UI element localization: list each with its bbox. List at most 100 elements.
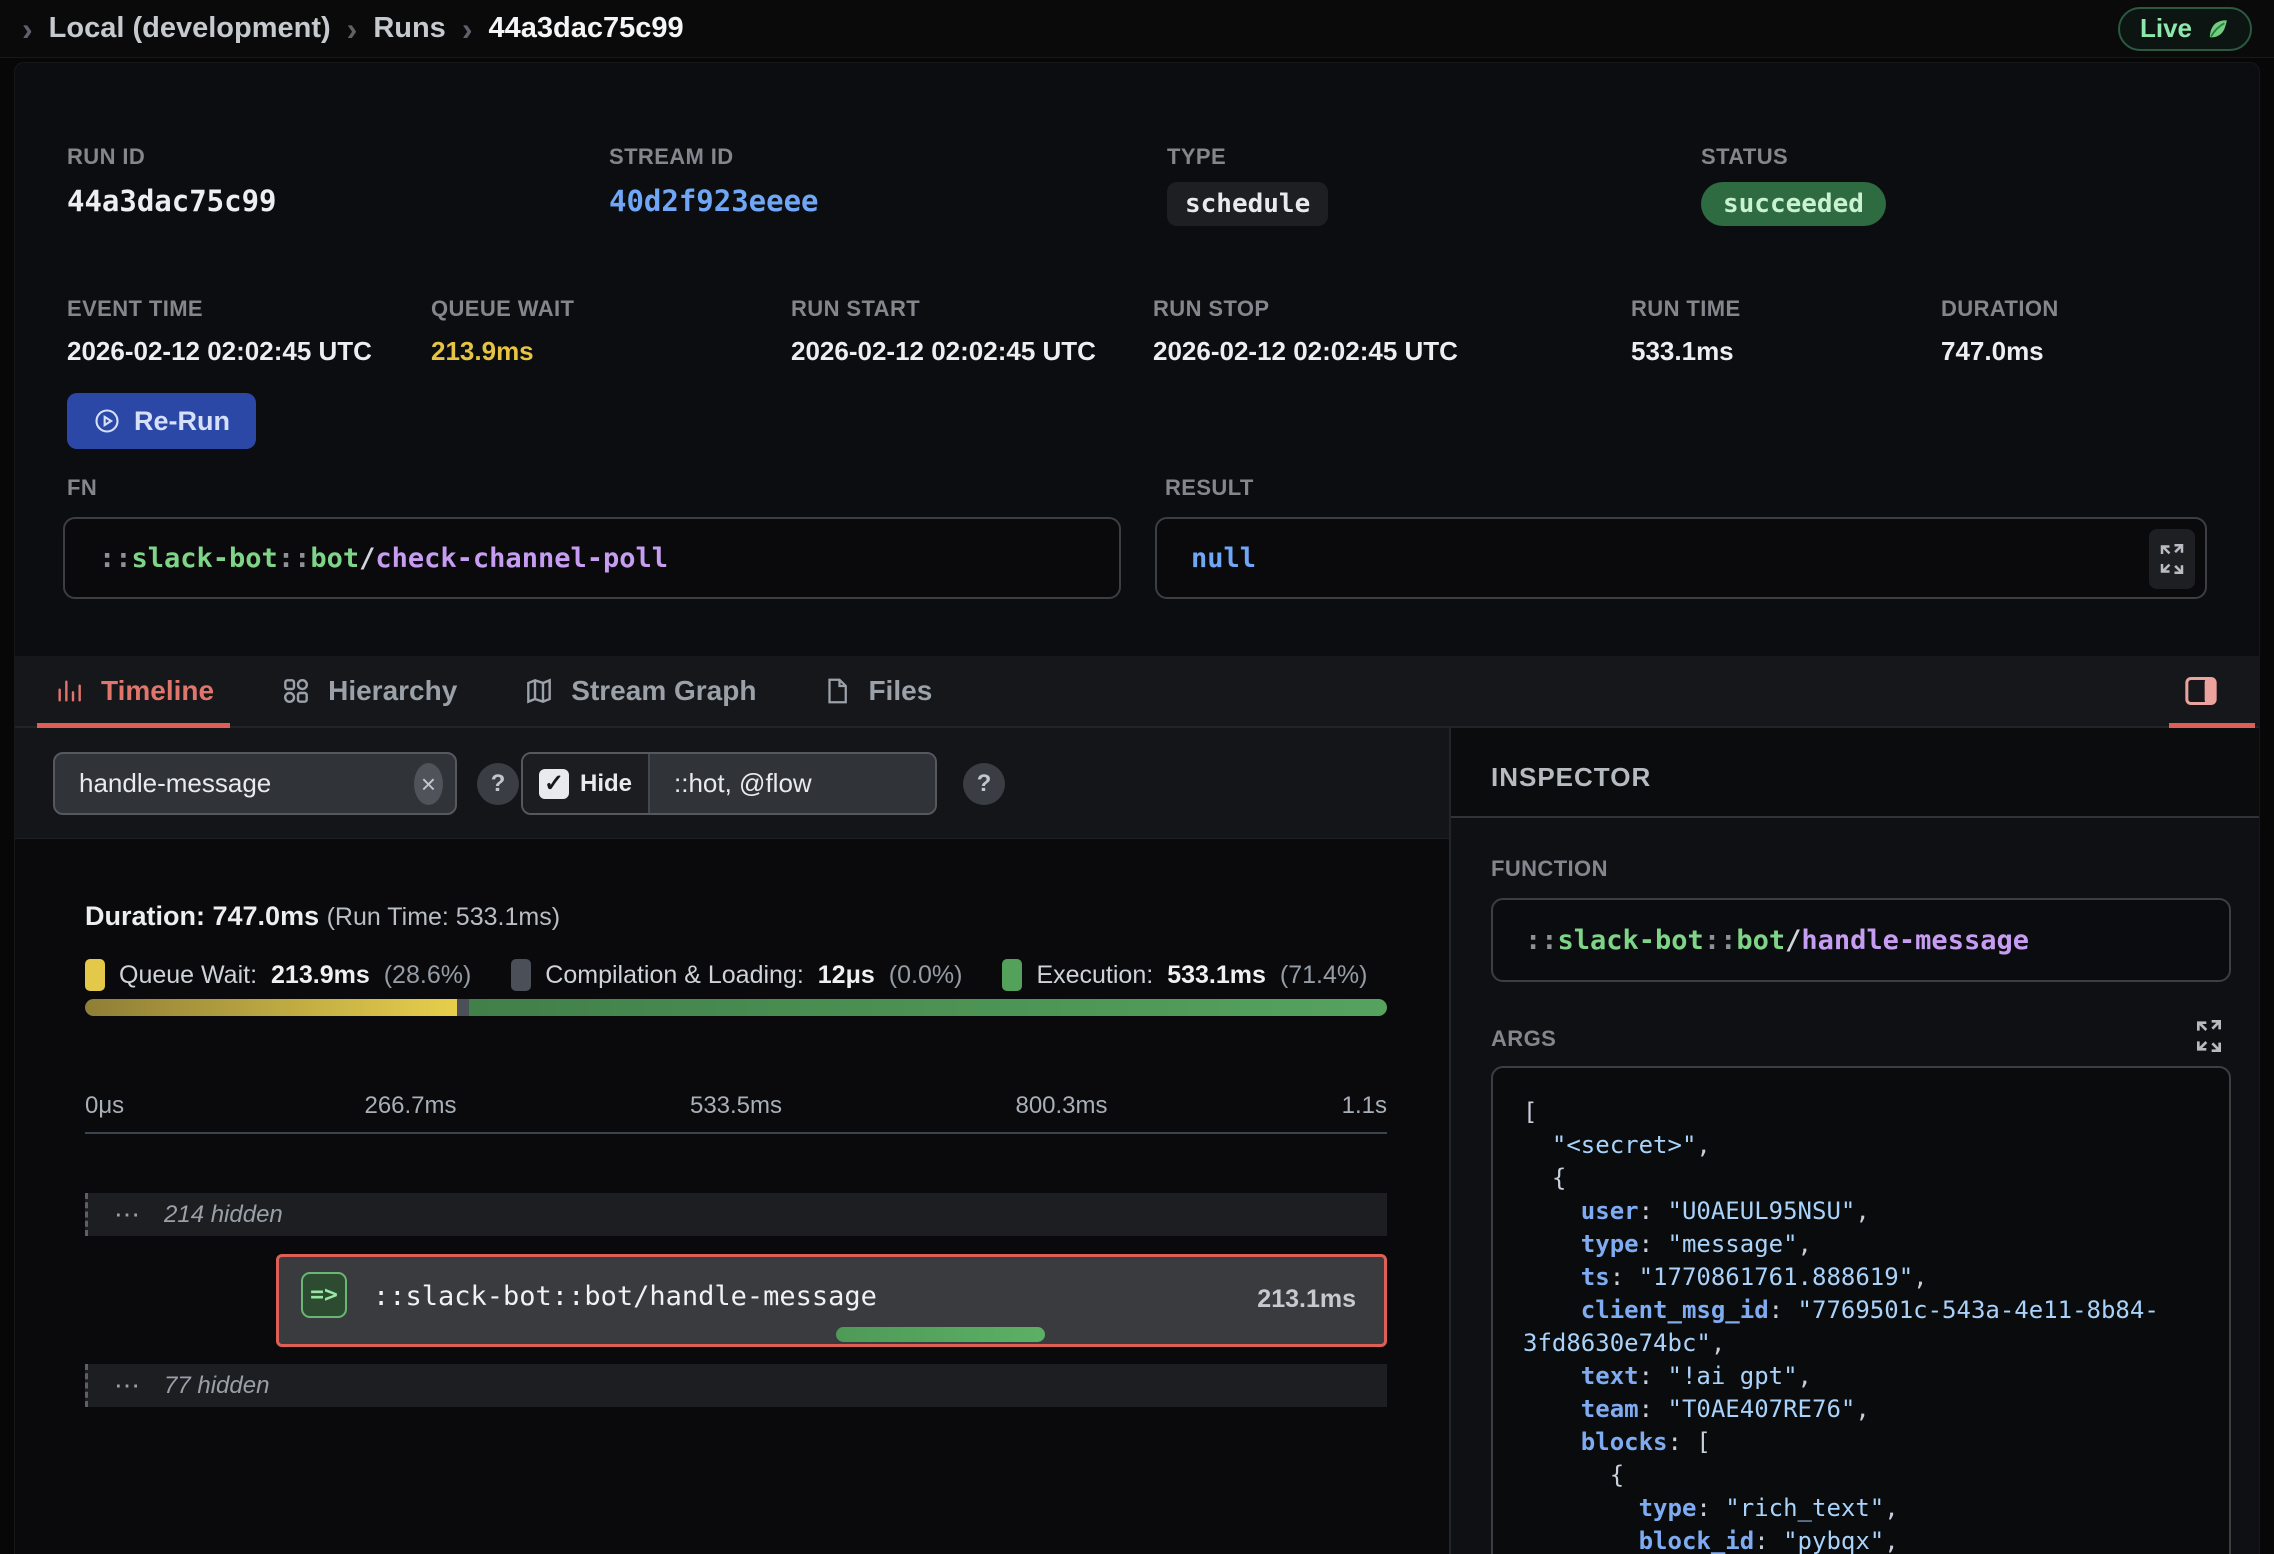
- stream-id-link[interactable]: 40d2f923eeee: [609, 184, 819, 218]
- compilation-swatch: [511, 959, 531, 991]
- tab-timeline[interactable]: Timeline: [53, 656, 214, 726]
- result-value-box: null: [1155, 517, 2207, 599]
- run-time-label: RUN TIME: [1631, 296, 1741, 322]
- legend-value: 12μs: [818, 961, 875, 990]
- run-stop-label: RUN STOP: [1153, 296, 1458, 322]
- stream-id-label: STREAM ID: [609, 144, 819, 170]
- play-circle-icon: [93, 407, 121, 435]
- tab-stream-graph-label: Stream Graph: [571, 675, 756, 707]
- legend-pct: (0.0%): [889, 961, 963, 990]
- hide-checkbox[interactable]: ✓: [539, 769, 569, 799]
- time-axis: 0μs 266.7ms 533.5ms 800.3ms 1.1s: [85, 1092, 1387, 1122]
- field-run-id: RUN ID 44a3dac75c99: [67, 144, 277, 218]
- legend-execution: Execution: 533.1ms (71.4%): [1002, 959, 1367, 991]
- result-expand-button[interactable]: [2149, 529, 2195, 589]
- timeline-chart-icon: [53, 675, 85, 707]
- live-leaf-icon: [2204, 15, 2232, 43]
- legend-value: 213.9ms: [271, 961, 370, 990]
- field-run-stop: RUN STOP 2026-02-12 02:02:45 UTC: [1153, 296, 1458, 367]
- field-stream-id: STREAM ID 40d2f923eeee: [609, 144, 819, 218]
- field-type: TYPE schedule: [1167, 144, 1328, 226]
- hidden-spans-row-top[interactable]: ⋯ 214 hidden: [85, 1193, 1387, 1236]
- breadcrumb-bar: › Local (development) › Runs › 44a3dac75…: [0, 0, 2274, 58]
- axis-tick: 266.7ms: [364, 1092, 456, 1120]
- tab-hierarchy[interactable]: Hierarchy: [280, 656, 457, 726]
- inspector-panel-toggle[interactable]: [2181, 671, 2221, 711]
- result-label: RESULT: [1165, 475, 1254, 501]
- hidden-count-label: 77 hidden: [164, 1372, 269, 1400]
- runtime-note: (Run Time: 533.1ms): [327, 903, 560, 931]
- field-status: STATUS succeeded: [1701, 144, 1886, 226]
- run-detail-panel: RUN ID 44a3dac75c99 STREAM ID 40d2f923ee…: [14, 62, 2260, 1554]
- hide-filter-input[interactable]: ::hot, @flow: [650, 754, 935, 813]
- tab-files-label: Files: [868, 675, 932, 707]
- breadcrumb-runs[interactable]: Runs: [373, 12, 446, 45]
- inspector-panel: INSPECTOR FUNCTION ::slack-bot::bot/hand…: [1451, 728, 2259, 1554]
- run-start-value: 2026-02-12 02:02:45 UTC: [791, 336, 1096, 367]
- axis-tick: 1.1s: [1342, 1092, 1387, 1120]
- span-row-handle-message[interactable]: => ::slack-bot::bot/handle-message 213.1…: [276, 1254, 1387, 1347]
- breadcrumb-chevron-icon: ›: [22, 13, 33, 45]
- function-value: ::slack-bot::bot/handle-message: [1525, 925, 2029, 956]
- legend-queue-wait: Queue Wait: 213.9ms (28.6%): [85, 959, 471, 991]
- phase-legend: Queue Wait: 213.9ms (28.6%) Compilation …: [85, 959, 1367, 991]
- field-run-time: RUN TIME 533.1ms: [1631, 296, 1741, 367]
- run-start-label: RUN START: [791, 296, 1096, 322]
- tab-stream-graph[interactable]: Stream Graph: [523, 656, 756, 726]
- axis-tick: 800.3ms: [1015, 1092, 1107, 1120]
- fn-value: ::slack-bot::bot/check-channel-poll: [99, 543, 668, 574]
- span-filter-input[interactable]: [79, 768, 414, 799]
- inspector-title: INSPECTOR: [1491, 762, 1651, 793]
- queue-wait-bar-segment: [85, 999, 457, 1016]
- queue-wait-label: QUEUE WAIT: [431, 296, 574, 322]
- args-code-viewer[interactable]: [ "<secret>", { user: "U0AEUL95NSU", typ…: [1491, 1066, 2231, 1554]
- fn-label: FN: [67, 475, 97, 501]
- hidden-count-label: 214 hidden: [164, 1201, 283, 1229]
- rerun-button[interactable]: Re-Run: [67, 393, 256, 449]
- breadcrumb-chevron-icon: ›: [462, 13, 473, 45]
- queue-wait-swatch: [85, 959, 105, 991]
- span-execution-bar: [836, 1327, 1045, 1342]
- result-value: null: [1191, 543, 1256, 574]
- time-axis-line: [85, 1132, 1387, 1134]
- inspector-header: INSPECTOR: [1451, 728, 2259, 818]
- tab-timeline-label: Timeline: [101, 675, 214, 707]
- hide-help-button[interactable]: ?: [963, 763, 1005, 805]
- axis-tick: 0μs: [85, 1092, 124, 1120]
- filter-help-button[interactable]: ?: [477, 763, 519, 805]
- expand-icon: [2193, 1016, 2225, 1056]
- args-expand-button[interactable]: [2193, 1016, 2225, 1059]
- span-filter-box: ×: [53, 752, 457, 815]
- field-run-start: RUN START 2026-02-12 02:02:45 UTC: [791, 296, 1096, 367]
- breadcrumb-env[interactable]: Local (development): [49, 12, 331, 45]
- legend-name: Execution:: [1036, 961, 1153, 990]
- hidden-spans-row-bottom[interactable]: ⋯ 77 hidden: [85, 1364, 1387, 1407]
- content-split: × ? ✓ Hide ::hot, @flow ? Duration:: [15, 728, 2259, 1554]
- file-icon: [822, 676, 852, 706]
- queue-wait-value: 213.9ms: [431, 336, 574, 367]
- duration-summary-value: 747.0ms: [213, 901, 320, 931]
- legend-name: Queue Wait:: [119, 961, 257, 990]
- clear-filter-button[interactable]: ×: [414, 763, 443, 805]
- span-duration: 213.1ms: [1257, 1285, 1356, 1314]
- legend-compilation: Compilation & Loading: 12μs (0.0%): [511, 959, 962, 991]
- axis-tick: 533.5ms: [690, 1092, 782, 1120]
- expand-icon: [2157, 540, 2187, 578]
- field-duration: DURATION 747.0ms: [1941, 296, 2059, 367]
- type-badge: schedule: [1167, 182, 1328, 226]
- rerun-label: Re-Run: [134, 406, 230, 437]
- hide-label: Hide: [580, 770, 632, 798]
- tab-files[interactable]: Files: [822, 656, 932, 726]
- phase-stacked-bar: [85, 999, 1387, 1016]
- hide-checkbox-group[interactable]: ✓ Hide: [523, 754, 650, 813]
- execution-bar-segment: [469, 999, 1387, 1016]
- execution-swatch: [1002, 959, 1022, 991]
- function-label: FUNCTION: [1491, 856, 1608, 882]
- legend-name: Compilation & Loading:: [545, 961, 804, 990]
- live-toggle[interactable]: Live: [2118, 7, 2252, 51]
- timeline-filterbar: × ? ✓ Hide ::hot, @flow ?: [15, 728, 1449, 839]
- fn-value-box: ::slack-bot::bot/check-channel-poll: [63, 517, 1121, 599]
- hierarchy-icon: [280, 675, 312, 707]
- legend-pct: (28.6%): [384, 961, 472, 990]
- run-id-label: RUN ID: [67, 144, 277, 170]
